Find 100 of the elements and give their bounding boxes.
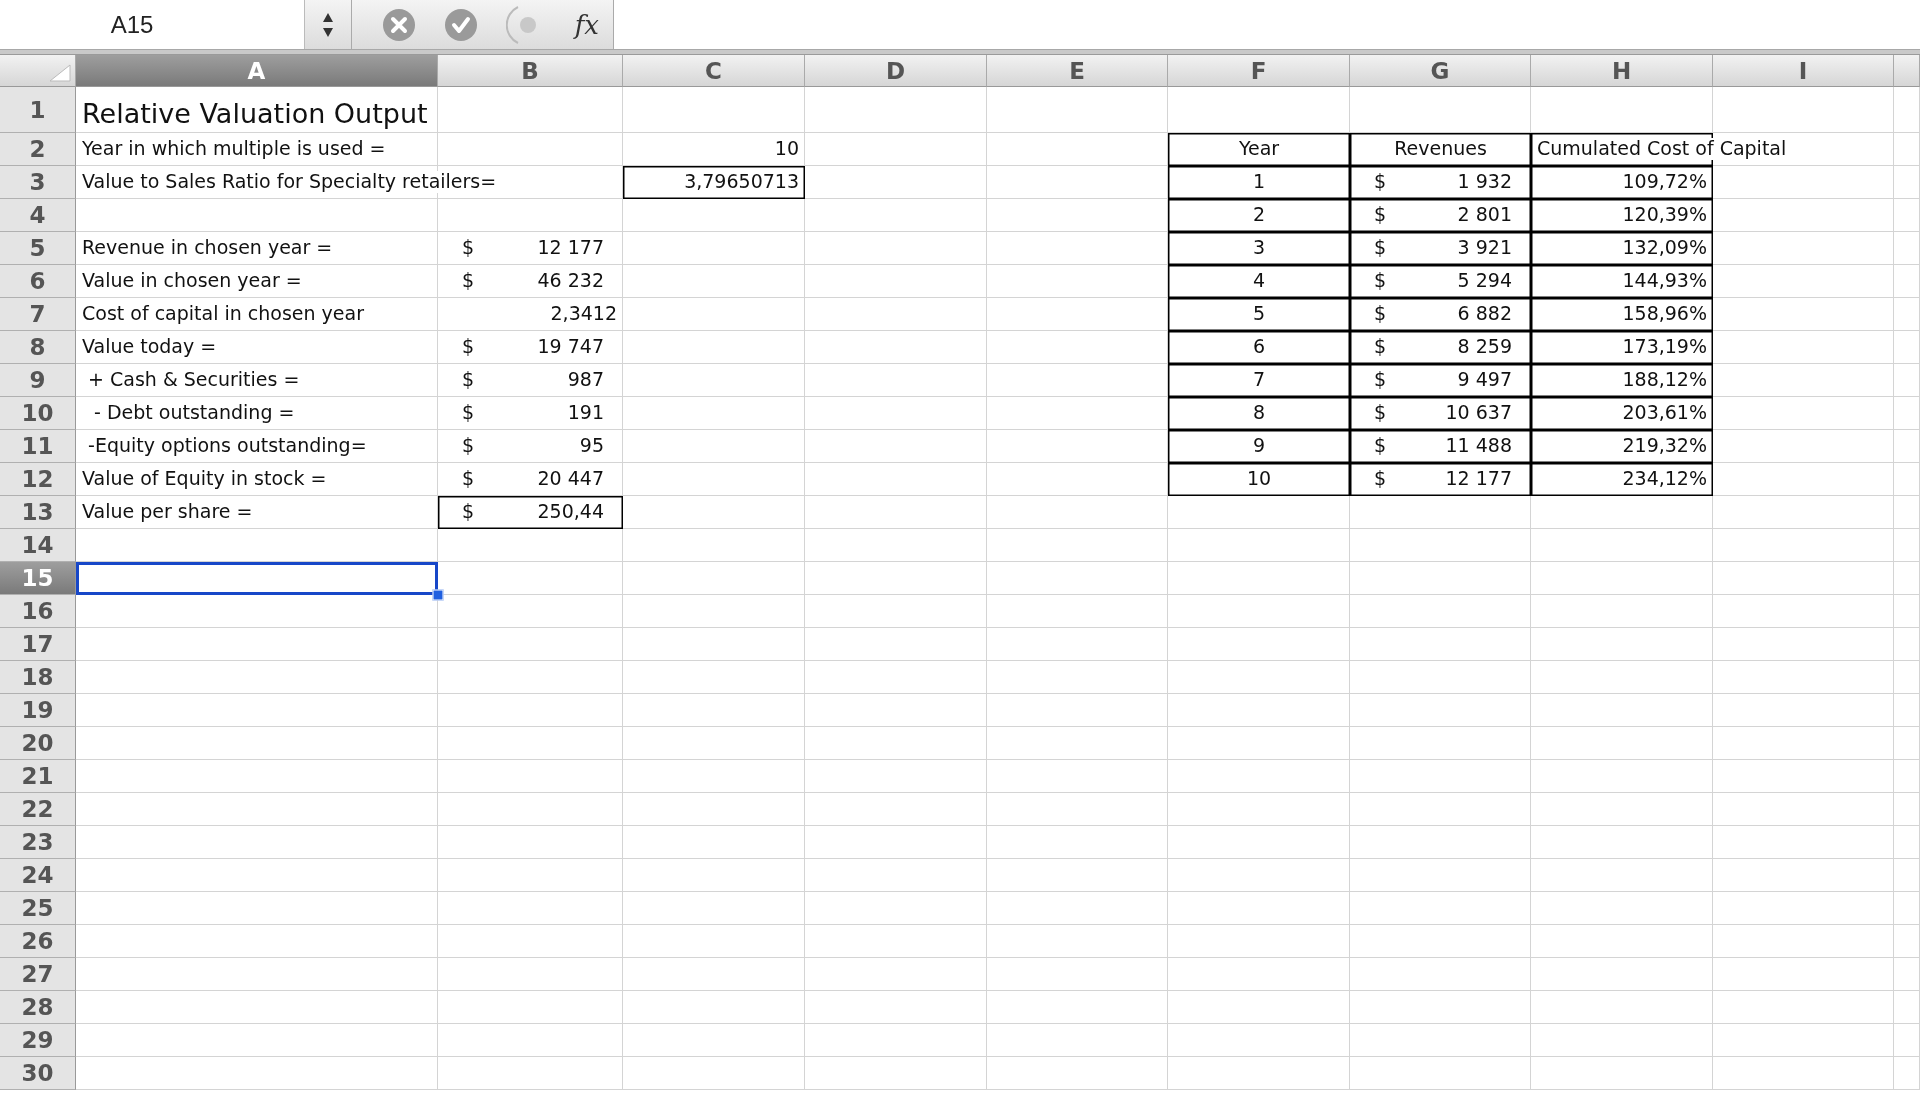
cell-value: 6 [1252, 336, 1266, 358]
column-header[interactable]: I [1713, 55, 1894, 87]
cell-value: 219,32% [1622, 435, 1707, 457]
row-header[interactable]: 20 [0, 727, 76, 760]
stepper-icon[interactable] [322, 11, 334, 38]
currency-symbol: $ [1374, 435, 1387, 457]
cell-value: 12 177 [1445, 468, 1512, 490]
row-header[interactable]: 29 [0, 1024, 76, 1057]
cell-label: Value today = [82, 336, 217, 358]
currency-symbol: $ [462, 237, 475, 259]
currency-symbol: $ [1374, 237, 1387, 259]
row-header[interactable]: 22 [0, 793, 76, 826]
currency-symbol: $ [1374, 204, 1387, 226]
cell-value: 158,96% [1622, 303, 1707, 325]
currency-symbol: $ [462, 402, 475, 424]
cell-value: 173,19% [1622, 336, 1707, 358]
currency-symbol: $ [462, 435, 475, 457]
cell-value: Revenues [1394, 138, 1487, 160]
cell-value: 3 [1252, 237, 1266, 259]
column-header[interactable] [1894, 55, 1920, 87]
column-header[interactable]: H [1531, 55, 1713, 87]
row-header[interactable]: 11 [0, 430, 76, 463]
row-header[interactable]: 26 [0, 925, 76, 958]
column-header[interactable]: E [987, 55, 1168, 87]
cancel-icon[interactable] [382, 7, 416, 42]
row-header[interactable]: 28 [0, 991, 76, 1024]
currency-symbol: $ [1374, 369, 1387, 391]
row-header[interactable]: 17 [0, 628, 76, 661]
column-header[interactable]: D [805, 55, 987, 87]
column-header[interactable]: B [438, 55, 623, 87]
currency-symbol: $ [1374, 402, 1387, 424]
currency-symbol: $ [462, 369, 475, 391]
cell-value: 9 [1252, 435, 1266, 457]
row-header[interactable]: 3 [0, 166, 76, 199]
cell-label: Cost of capital in chosen year [82, 303, 364, 325]
cell-value: 7 [1252, 369, 1266, 391]
row-header[interactable]: 8 [0, 331, 76, 364]
row-header[interactable]: 14 [0, 529, 76, 562]
cell-value: 188,12% [1622, 369, 1707, 391]
currency-symbol: $ [462, 336, 475, 358]
currency-symbol: $ [462, 468, 475, 490]
row-header[interactable]: 2 [0, 133, 76, 166]
row-header[interactable]: 13 [0, 496, 76, 529]
cell-value: 2,3412 [550, 303, 617, 325]
cell-value: 250,44 [537, 501, 604, 523]
row-header[interactable]: 15 [0, 562, 76, 595]
row-header[interactable]: 19 [0, 694, 76, 727]
row-header[interactable]: 23 [0, 826, 76, 859]
currency-symbol: $ [1374, 468, 1387, 490]
select-all-icon[interactable] [49, 64, 71, 82]
column-header[interactable]: A [76, 55, 438, 87]
cell-value: 10 [1246, 468, 1272, 490]
name-box[interactable]: A15 [0, 0, 304, 49]
cell-value: 5 [1252, 303, 1266, 325]
row-header[interactable]: 7 [0, 298, 76, 331]
cell-value: 203,61% [1622, 402, 1707, 424]
formula-field[interactable] [614, 0, 1920, 49]
cell-value: 132,09% [1622, 237, 1707, 259]
cell-value: 3,79650713 [684, 171, 799, 193]
row-header[interactable]: 16 [0, 595, 76, 628]
cell-value: Year [1238, 138, 1280, 160]
cell-value: 9 497 [1457, 369, 1512, 391]
function-button[interactable]: fx [574, 9, 599, 40]
currency-symbol: $ [1374, 171, 1387, 193]
currency-symbol: $ [1374, 270, 1387, 292]
cell-label: Value of Equity in stock = [82, 468, 327, 490]
row-header[interactable]: 24 [0, 859, 76, 892]
currency-symbol: $ [1374, 303, 1387, 325]
fill-handle[interactable] [432, 589, 444, 601]
cell-value: 109,72% [1622, 171, 1707, 193]
cell-label: Value in chosen year = [82, 270, 302, 292]
row-header[interactable]: 4 [0, 199, 76, 232]
row-header[interactable]: 10 [0, 397, 76, 430]
row-header[interactable]: 5 [0, 232, 76, 265]
row-header[interactable]: 18 [0, 661, 76, 694]
cell-label: Value to Sales Ratio for Specialty retailers= [82, 171, 497, 193]
cell-value: 2 801 [1457, 204, 1512, 226]
cell-value: 4 [1252, 270, 1266, 292]
row-header[interactable]: 30 [0, 1057, 76, 1090]
row-header[interactable]: 27 [0, 958, 76, 991]
row-header[interactable]: 25 [0, 892, 76, 925]
currency-symbol: $ [1374, 336, 1387, 358]
row-header[interactable]: 12 [0, 463, 76, 496]
column-header[interactable]: F [1168, 55, 1350, 87]
cell-value: 8 [1252, 402, 1266, 424]
cell-value: 8 259 [1457, 336, 1512, 358]
row-header[interactable]: 9 [0, 364, 76, 397]
confirm-icon[interactable] [444, 7, 478, 42]
cell-value: 144,93% [1622, 270, 1707, 292]
column-header[interactable]: C [623, 55, 805, 87]
selected-cell[interactable] [76, 562, 438, 595]
row-header[interactable]: 1 [0, 87, 76, 133]
column-header[interactable]: G [1350, 55, 1531, 87]
cell-value: 234,12% [1622, 468, 1707, 490]
row-header[interactable]: 21 [0, 760, 76, 793]
cell-value: 120,39% [1622, 204, 1707, 226]
cell-value: 5 294 [1457, 270, 1512, 292]
row-header[interactable]: 6 [0, 265, 76, 298]
cell-label: Revenue in chosen year = [82, 237, 333, 259]
cell-value: 11 488 [1445, 435, 1512, 457]
